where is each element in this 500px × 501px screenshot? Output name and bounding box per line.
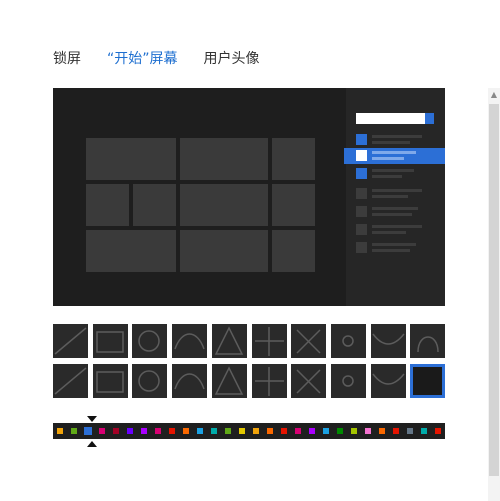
background-pattern-thumbnail[interactable] xyxy=(172,324,208,358)
preview-app-row xyxy=(356,168,436,180)
color-swatch[interactable] xyxy=(281,428,287,434)
color-swatch[interactable] xyxy=(169,428,175,434)
preview-charm-panel xyxy=(344,88,445,306)
color-swatch[interactable] xyxy=(253,428,259,434)
preview-app-row xyxy=(356,188,436,200)
color-swatch[interactable] xyxy=(71,428,77,434)
preview-app-row xyxy=(356,206,436,218)
preview-tile xyxy=(133,184,176,226)
color-swatch[interactable] xyxy=(393,428,399,434)
color-swatch[interactable] xyxy=(295,428,301,434)
color-swatch[interactable] xyxy=(267,428,273,434)
background-pattern-thumbnail[interactable] xyxy=(410,364,446,398)
background-pattern-thumbnail[interactable] xyxy=(92,324,128,358)
start-screen-preview xyxy=(53,88,445,306)
settings-tabs: 锁屏 “开始”屏幕 用户头像 xyxy=(53,48,260,68)
preview-tile xyxy=(272,230,315,272)
background-pattern-thumbnail[interactable] xyxy=(92,364,128,398)
background-pattern-thumbnail[interactable] xyxy=(330,324,366,358)
color-swatch[interactable] xyxy=(435,428,441,434)
background-pattern-thumbnail[interactable] xyxy=(291,364,327,398)
color-swatch[interactable] xyxy=(57,428,63,434)
background-pattern-thumbnail[interactable] xyxy=(53,364,88,398)
color-swatch[interactable] xyxy=(365,428,371,434)
color-swatch[interactable] xyxy=(84,427,92,435)
scrollbar-thumb[interactable] xyxy=(489,104,499,476)
background-pattern-thumbnail[interactable] xyxy=(172,364,208,398)
background-pattern-thumbnail[interactable] xyxy=(370,324,406,358)
preview-tile xyxy=(272,138,315,180)
color-swatch[interactable] xyxy=(225,428,231,434)
background-pattern-thumbnail[interactable] xyxy=(370,364,406,398)
color-swatch[interactable] xyxy=(127,428,133,434)
color-marker-bottom-icon[interactable] xyxy=(87,441,97,447)
preview-search-box xyxy=(356,113,434,124)
color-swatch[interactable] xyxy=(211,428,217,434)
color-swatch[interactable] xyxy=(379,428,385,434)
background-pattern-thumbnail[interactable] xyxy=(211,364,247,398)
color-swatch[interactable] xyxy=(351,428,357,434)
background-pattern-thumbnail[interactable] xyxy=(211,324,247,358)
color-marker-top-icon[interactable] xyxy=(87,416,97,422)
color-swatch[interactable] xyxy=(337,428,343,434)
background-pattern-thumbnail[interactable] xyxy=(410,324,446,358)
preview-tile xyxy=(180,230,268,272)
background-pattern-thumbnail[interactable] xyxy=(132,364,168,398)
preview-app-row xyxy=(356,242,436,254)
preview-tile xyxy=(86,230,176,272)
vertical-scrollbar[interactable]: ▲ xyxy=(488,88,500,501)
scroll-up-arrow-icon[interactable]: ▲ xyxy=(488,88,500,102)
color-swatch[interactable] xyxy=(323,428,329,434)
background-pattern-thumbnail[interactable] xyxy=(132,324,168,358)
background-pattern-grid xyxy=(53,324,446,398)
color-swatch[interactable] xyxy=(309,428,315,434)
color-swatch[interactable] xyxy=(197,428,203,434)
background-pattern-thumbnail[interactable] xyxy=(330,364,366,398)
preview-tile xyxy=(86,184,129,226)
preview-tile xyxy=(86,138,176,180)
background-color-picker[interactable] xyxy=(53,423,445,439)
color-swatch[interactable] xyxy=(113,428,119,434)
background-pattern-thumbnail[interactable] xyxy=(251,364,287,398)
color-swatch[interactable] xyxy=(155,428,161,434)
preview-search-icon xyxy=(425,113,434,124)
preview-app-row xyxy=(356,134,436,146)
preview-tile xyxy=(272,184,315,226)
color-swatch[interactable] xyxy=(239,428,245,434)
tab-start-screen[interactable]: “开始”屏幕 xyxy=(107,48,178,68)
preview-tile xyxy=(180,184,268,226)
preview-tile xyxy=(180,138,268,180)
tab-lock-screen[interactable]: 锁屏 xyxy=(53,48,81,68)
color-swatch[interactable] xyxy=(141,428,147,434)
preview-app-row xyxy=(356,224,436,236)
color-swatch[interactable] xyxy=(183,428,189,434)
background-pattern-thumbnail[interactable] xyxy=(291,324,327,358)
preview-selected-row xyxy=(344,148,445,164)
background-pattern-thumbnail[interactable] xyxy=(53,324,88,358)
tab-account-picture[interactable]: 用户头像 xyxy=(204,48,260,68)
color-swatch[interactable] xyxy=(407,428,413,434)
color-swatch[interactable] xyxy=(421,428,427,434)
background-pattern-thumbnail[interactable] xyxy=(251,324,287,358)
color-swatch[interactable] xyxy=(99,428,105,434)
